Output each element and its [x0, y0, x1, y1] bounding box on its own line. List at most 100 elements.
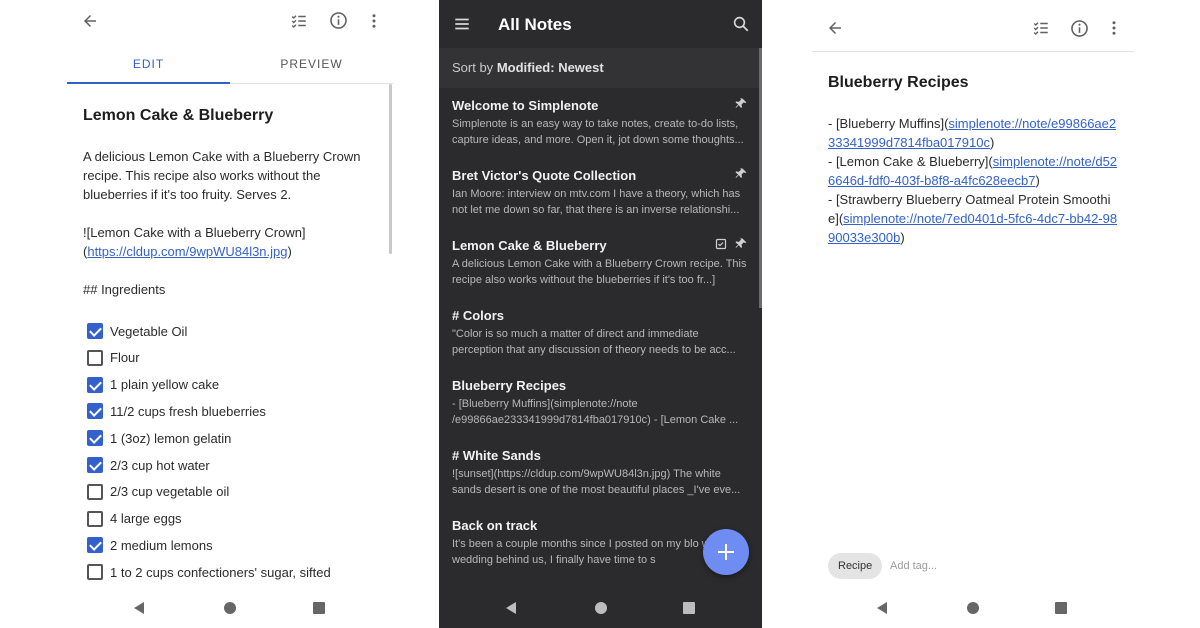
note-title: Bret Victor's Quote Collection — [452, 168, 637, 183]
info-icon[interactable] — [329, 11, 348, 30]
nav-back-icon[interactable] — [506, 602, 516, 614]
note-link[interactable]: simplenote://note/7ed0401d-5fc6-4dc7-bb4… — [828, 211, 1117, 245]
checkbox-checked[interactable] — [87, 537, 103, 554]
checklist-item[interactable]: 4 large eggs — [87, 509, 182, 529]
pin-icon — [735, 167, 748, 185]
checklist-item[interactable]: 1 to 2 cups confectioners' sugar, sifted — [87, 562, 331, 582]
checklist-item-label: 2/3 cup vegetable oil — [110, 484, 230, 500]
note-list-item[interactable]: # Colors "Color is so much a matter of di… — [439, 298, 762, 368]
note-title: Welcome to Simplenote — [452, 98, 599, 113]
note-title: Blueberry Recipes — [828, 74, 969, 91]
note-preview: Ian Moore: interview on mtv.com I have a… — [452, 188, 741, 216]
nav-back-icon[interactable] — [134, 602, 144, 614]
tag-chip[interactable]: Recipe — [828, 553, 883, 579]
scrollbar[interactable] — [389, 84, 392, 254]
tab-edit[interactable]: EDIT — [67, 48, 230, 84]
note-status-icons — [735, 97, 748, 115]
note-title: Lemon Cake & Blueberry — [452, 238, 607, 253]
item-prefix: - [Lemon Cake & Blueberry]( — [828, 154, 993, 169]
checklist-item-label: 11/2 cups fresh blueberries — [110, 403, 266, 419]
info-icon[interactable] — [1070, 19, 1089, 38]
nav-recents-icon[interactable] — [1055, 602, 1067, 614]
menu-icon[interactable] — [453, 15, 471, 33]
scrollbar[interactable] — [759, 48, 762, 308]
editor-tabs: EDIT PREVIEW — [67, 48, 393, 84]
checklist-item-label: 1 to 2 cups confectioners' sugar, sifted — [110, 564, 331, 580]
note-list-item[interactable]: Bret Victor's Quote Collection Ian Moore:… — [439, 158, 762, 228]
back-arrow-icon[interactable] — [826, 19, 844, 37]
tab-preview[interactable]: PREVIEW — [230, 48, 393, 84]
checkbox-checked[interactable] — [87, 457, 103, 473]
note-preview: ![sunset](https://cldup.com/9wpWU84l3n.j… — [452, 468, 741, 496]
image-link[interactable]: https://cldup.com/9wpWU84l3n.jpg — [87, 244, 287, 259]
note-detail-screen: Blueberry Recipes - [Blueberry Muffins](… — [812, 0, 1134, 628]
note-list-item[interactable]: Welcome to Simplenote Simplenote is an ea… — [439, 88, 762, 158]
add-tag-input[interactable]: Add tag... — [890, 560, 937, 572]
editor-screen: EDIT PREVIEW Lemon Cake & Blueberry A de… — [67, 0, 393, 628]
checklist-item[interactable]: 2/3 cup vegetable oil — [87, 482, 229, 502]
nav-home-icon[interactable] — [967, 602, 979, 614]
checklist-item-label: 2/3 cup hot water — [110, 457, 210, 473]
note-status-icons — [715, 237, 748, 255]
system-nav-bar — [439, 588, 762, 628]
note-list-item[interactable]: # White Sands ![sunset](https://cldup.com… — [439, 438, 762, 508]
image-md-suffix: ) — [287, 244, 292, 259]
checklist-item-label: 4 large eggs — [110, 511, 182, 527]
checkbox-unchecked[interactable] — [87, 510, 103, 527]
sort-label: Sort by — [452, 60, 494, 75]
system-nav-bar — [812, 588, 1134, 628]
more-vert-icon[interactable] — [365, 12, 383, 30]
list-item: - [Lemon Cake & Blueberry](simplenote://… — [828, 152, 1120, 190]
checklist-item[interactable]: Vegetable Oil — [87, 321, 187, 341]
checklist-item[interactable]: 2/3 cup hot water — [87, 455, 210, 475]
checklist-item[interactable]: 2 medium lemons — [87, 535, 213, 555]
nav-recents-icon[interactable] — [313, 602, 325, 614]
checklist-icon[interactable] — [1032, 19, 1050, 37]
checklist-item[interactable]: Flour — [87, 348, 140, 368]
note-preview: "Color is so much a matter of direct and… — [452, 328, 736, 356]
item-suffix: ) — [900, 230, 905, 245]
checklist-item-label: Flour — [110, 350, 140, 366]
checklist-icon — [715, 237, 727, 255]
sort-bar[interactable]: Sort by Modified: Newest — [439, 48, 762, 88]
checkbox-unchecked[interactable] — [87, 483, 103, 500]
note-list-item[interactable]: Blueberry Recipes - [Blueberry Muffins](s… — [439, 368, 762, 438]
checkbox-unchecked[interactable] — [87, 564, 103, 581]
checklist-item-label: 2 medium lemons — [110, 537, 213, 553]
note-title: Back on track — [452, 518, 538, 533]
notes-list-screen: All Notes Sort by Modified: Newest Welco… — [439, 0, 762, 628]
note-list-item[interactable]: Lemon Cake & Blueberry A delicious Lemon … — [439, 228, 762, 298]
checkbox-checked[interactable] — [87, 376, 103, 393]
list-item: - [Strawberry Blueberry Oatmeal Protein … — [828, 190, 1120, 247]
nav-back-icon[interactable] — [877, 602, 887, 614]
checklist-item-label: 1 (3oz) lemon gelatin — [110, 430, 232, 446]
checkbox-checked[interactable] — [87, 323, 103, 339]
back-arrow-icon[interactable] — [81, 12, 99, 30]
checklist-item-label: Vegetable Oil — [110, 323, 188, 339]
checkbox-checked[interactable] — [87, 403, 103, 420]
item-suffix: ) — [1035, 173, 1040, 188]
note-status-icons — [735, 167, 748, 185]
item-prefix: - [Blueberry Muffins]( — [828, 116, 949, 131]
note-title: Blueberry Recipes — [452, 378, 567, 393]
system-nav-bar — [67, 588, 393, 628]
ingredients-heading: ## Ingredients — [83, 282, 166, 297]
note-title: Lemon Cake & Blueberry — [83, 107, 274, 124]
active-tab-indicator — [67, 82, 230, 84]
pin-icon — [735, 237, 748, 255]
checklist-item[interactable]: 1 (3oz) lemon gelatin — [87, 428, 231, 448]
note-preview: - [Blueberry Muffins](simplenote://note … — [452, 398, 739, 426]
image-markdown: ![Lemon Cake with a Blueberry Crown](htt… — [83, 223, 377, 261]
checkbox-checked[interactable] — [87, 430, 103, 447]
checkbox-unchecked[interactable] — [87, 349, 103, 366]
search-icon[interactable] — [732, 15, 750, 33]
checklist-item[interactable]: 11/2 cups fresh blueberries — [87, 401, 266, 421]
checklist-item[interactable]: 1 plain yellow cake — [87, 375, 219, 395]
note-paragraph: A delicious Lemon Cake with a Blueberry … — [83, 149, 361, 202]
nav-home-icon[interactable] — [595, 602, 607, 614]
new-note-button[interactable] — [703, 529, 749, 575]
nav-recents-icon[interactable] — [683, 602, 695, 614]
checklist-icon[interactable] — [290, 12, 308, 30]
more-vert-icon[interactable] — [1105, 19, 1123, 37]
nav-home-icon[interactable] — [224, 602, 236, 614]
